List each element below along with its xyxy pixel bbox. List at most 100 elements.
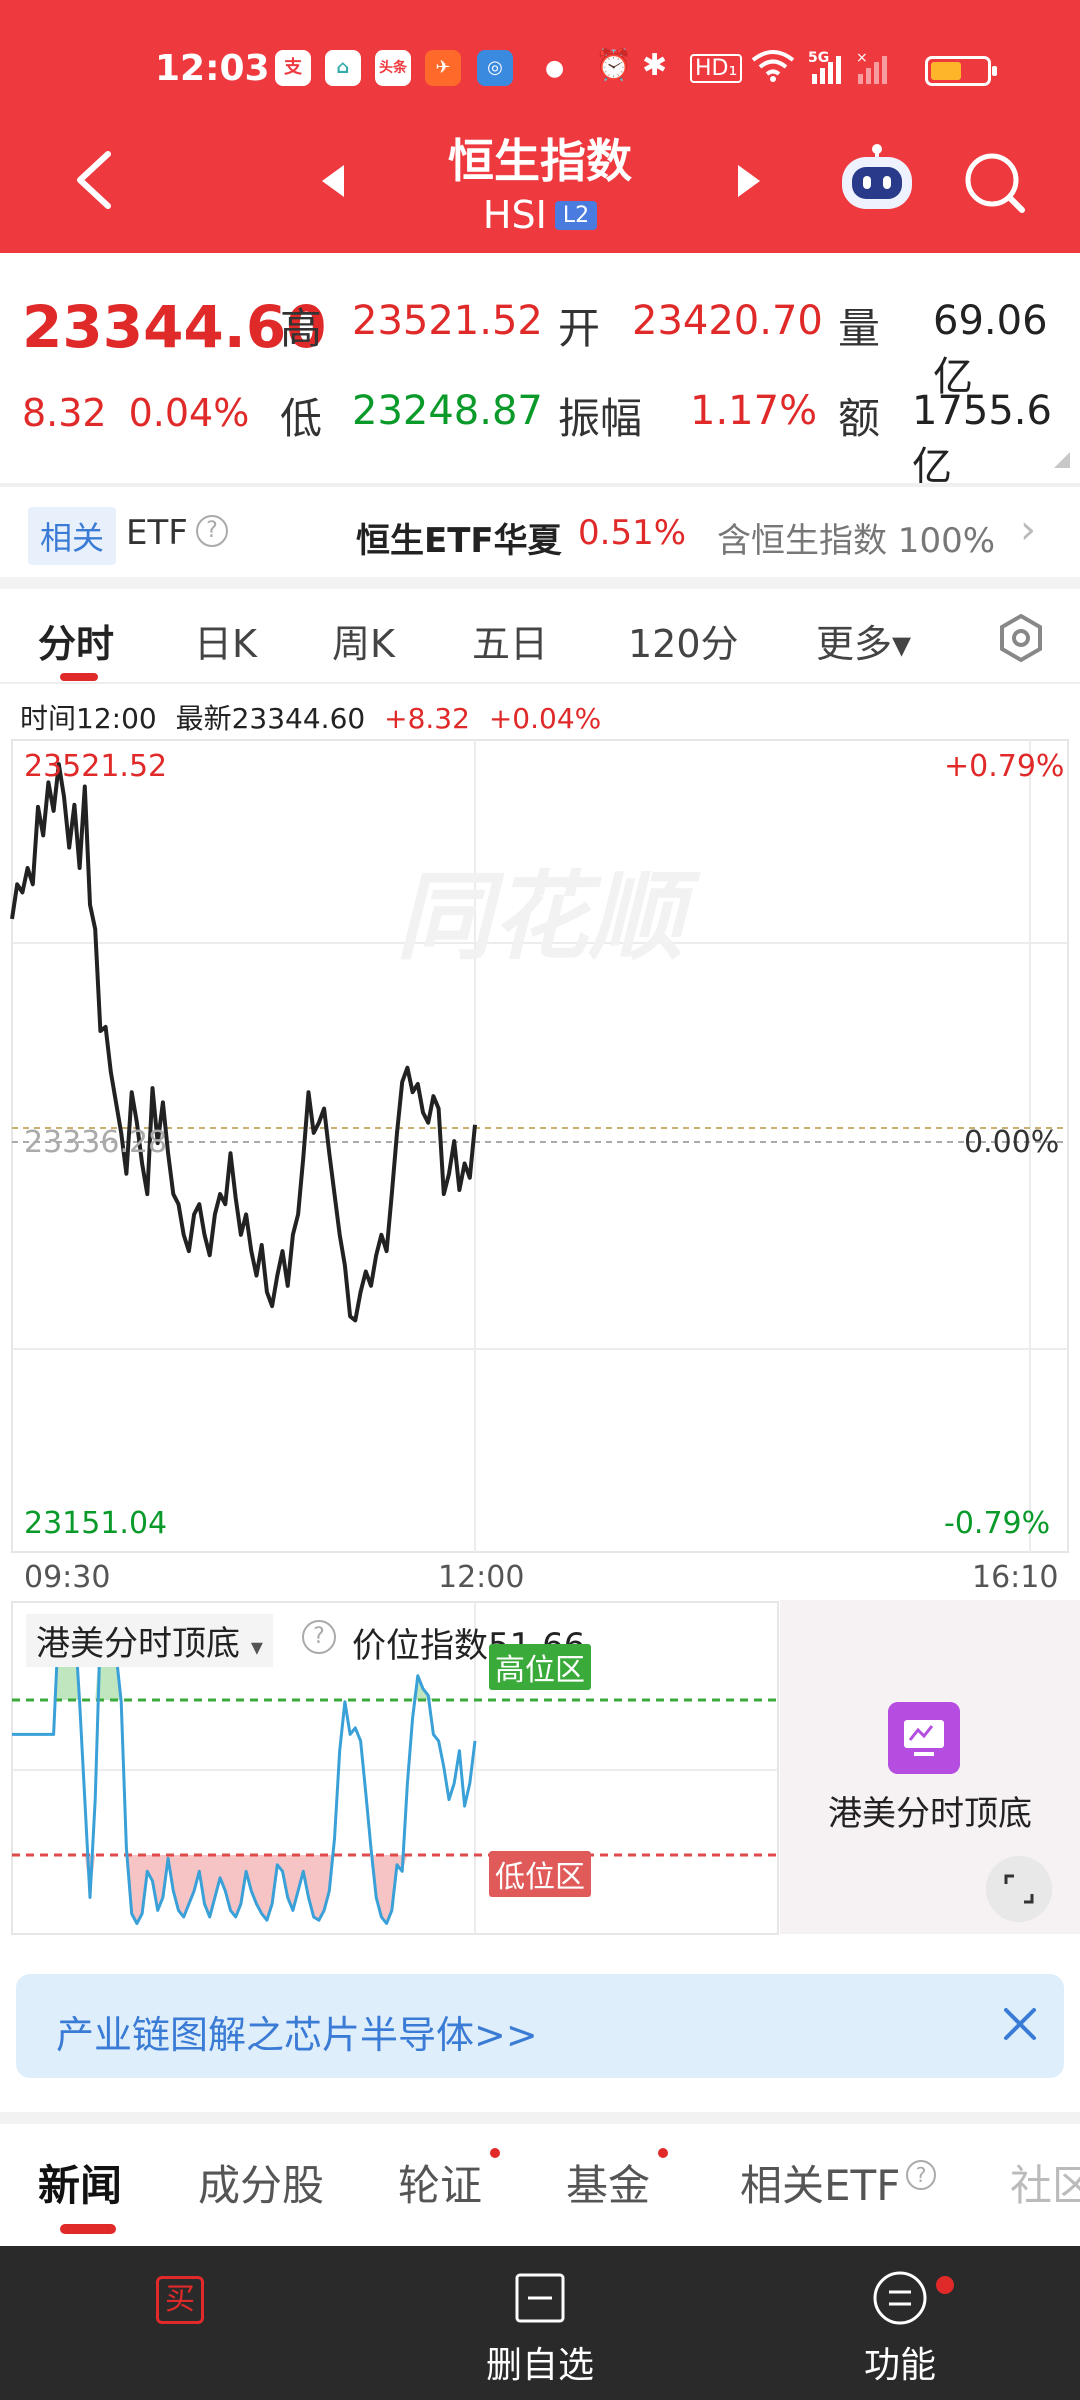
remove-watchlist-button[interactable]: 删自选	[440, 2246, 640, 2400]
buy-button[interactable]: 买	[80, 2246, 280, 2400]
next-stock-button[interactable]	[734, 163, 764, 199]
tab-daily-k[interactable]: 日K	[194, 613, 257, 668]
tab-more[interactable]: 更多▾	[816, 613, 911, 668]
robot-assistant-icon[interactable]	[838, 143, 916, 213]
x-mid-label: 12:00	[438, 1560, 525, 1595]
high-value: 23521.52	[352, 298, 543, 344]
indicator-selector[interactable]: 港美分时顶底 ▾	[26, 1614, 273, 1667]
high-zone-label: 高位区	[489, 1644, 591, 1690]
page-title: 恒生指数	[448, 134, 632, 188]
volume-label: 量	[838, 304, 881, 353]
tab-news[interactable]: 新闻	[38, 2152, 122, 2213]
tab-community[interactable]: 社区	[1010, 2152, 1080, 2213]
function-button[interactable]: 功能	[800, 2246, 1000, 2400]
etf-holding: 含恒生指数 100%	[717, 521, 996, 561]
related-tag: 相关	[28, 507, 117, 565]
amplitude-value: 1.17%	[690, 388, 818, 434]
signal-icon: 5G ×	[808, 48, 908, 96]
dot-icon: ●	[545, 56, 565, 81]
toutiao-icon: 头条	[375, 50, 411, 86]
alipay-icon: 支	[275, 50, 311, 86]
close-icon[interactable]	[1000, 2004, 1040, 2044]
buy-icon: 买	[156, 2276, 204, 2324]
y-mid-label: 23336.28	[24, 1125, 168, 1160]
stock-code: HSI L2	[340, 193, 740, 237]
help-icon[interactable]: ?	[906, 2160, 936, 2190]
promo-banner[interactable]: 产业链图解之芯片半导体>>	[16, 1974, 1064, 2078]
hd-icon: HD₁	[690, 54, 743, 83]
chart-info-row: 时间12:00 最新23344.60 +8.32 +0.04%	[20, 697, 611, 737]
volume-value: 69.06亿	[933, 298, 1048, 400]
status-bar: 12:03 支 ⌂ 头条 ✈ ◎ ● ⏰ ✱ HD₁ 5G ×	[0, 40, 1080, 100]
low-zone-label: 低位区	[489, 1851, 591, 1897]
remove-watchlist-label: 删自选	[485, 2345, 594, 2386]
wifi-icon	[750, 48, 796, 90]
banner-text: 产业链图解之芯片半导体>>	[56, 2013, 538, 2057]
tab-warrants[interactable]: 轮证	[398, 2152, 482, 2213]
price-line	[10, 762, 477, 1323]
header-bar: 12:03 支 ⌂ 头条 ✈ ◎ ● ⏰ ✱ HD₁ 5G × 恒生指数 HSI L…	[0, 0, 1080, 253]
chart-tabs: 分时 日K 周K 五日 120分 更多▾	[0, 589, 1080, 684]
battery-icon	[925, 56, 997, 86]
info-latest: 最新23344.60	[175, 702, 366, 735]
news-tabs: 新闻 成分股 轮证 基金 相关ETF ? 社区	[0, 2124, 1080, 2244]
etf-change-percent: 0.51%	[578, 513, 687, 553]
level-badge: L2	[554, 201, 598, 230]
y-min-pct-label: -0.79%	[944, 1506, 1051, 1541]
x-end-label: 16:10	[972, 1560, 1059, 1595]
notification-dot	[490, 2148, 500, 2158]
app-icon: ⌂	[325, 50, 361, 86]
indicator-name: 港美分时顶底	[36, 1624, 240, 1664]
indicator-help-icon[interactable]: ?	[302, 1620, 336, 1654]
low-label: 低	[280, 394, 323, 443]
tab-five-day[interactable]: 五日	[472, 613, 548, 668]
notification-dot	[936, 2276, 954, 2294]
amplitude-label: 振幅	[558, 394, 643, 443]
y-max-label: 23521.52	[24, 749, 168, 784]
y-mid-pct-label: 0.00%	[964, 1125, 1060, 1160]
bluetooth-icon: ✱	[642, 48, 668, 83]
price-change: 8.32 0.04%	[22, 391, 249, 435]
notification-dot	[658, 2148, 668, 2158]
active-tab-indicator	[60, 2224, 116, 2234]
info-change-percent: +0.04%	[488, 702, 602, 735]
svg-text:5G: 5G	[808, 50, 829, 66]
status-time: 12:03	[155, 48, 270, 89]
search-icon[interactable]	[962, 150, 1028, 216]
tab-constituents[interactable]: 成分股	[198, 2152, 324, 2213]
tab-120min[interactable]: 120分	[628, 613, 739, 668]
divider	[0, 2112, 1080, 2124]
quote-panel: 23344.60 8.32 0.04% 高 23521.52 低 23248.87…	[0, 253, 1080, 490]
function-menu-icon	[873, 2271, 927, 2325]
app-icon: ◎	[477, 50, 513, 86]
tab-related-etf[interactable]: 相关ETF	[740, 2152, 900, 2213]
watermark: 同花顺	[396, 861, 701, 973]
turnover-label: 额	[838, 394, 881, 443]
x-start-label: 09:30	[24, 1560, 111, 1595]
tab-intraday[interactable]: 分时	[38, 613, 114, 668]
expand-quote-toggle[interactable]	[1054, 452, 1070, 468]
promo-title: 港美分时顶底	[828, 1794, 1032, 1834]
info-change: +8.32	[384, 702, 470, 735]
y-max-pct-label: +0.79%	[944, 749, 1065, 784]
tab-weekly-k[interactable]: 周K	[332, 613, 395, 668]
etf-label: ETF	[126, 513, 188, 553]
open-value: 23420.70	[632, 298, 823, 344]
bottom-action-bar: 买 删自选 功能	[0, 2246, 1080, 2400]
indicator-promo-card[interactable]: 港美分时顶底	[780, 1600, 1080, 1934]
function-label: 功能	[863, 2345, 936, 2386]
remove-watchlist-icon	[515, 2273, 565, 2323]
back-button[interactable]	[70, 150, 120, 210]
turnover-value: 1755.6亿	[912, 388, 1052, 490]
info-time: 时间12:00	[20, 702, 157, 735]
open-label: 开	[558, 304, 601, 353]
svg-text:×: ×	[856, 50, 868, 66]
chart-settings-icon[interactable]	[996, 613, 1046, 663]
divider	[0, 577, 1080, 589]
chevron-right-icon: ›	[1020, 507, 1036, 553]
related-etf-row[interactable]: 相关 ETF ? 恒生ETF华夏 0.51% 含恒生指数 100% ›	[0, 487, 1080, 577]
tab-funds[interactable]: 基金	[566, 2152, 650, 2213]
expand-icon[interactable]	[986, 1856, 1052, 1922]
help-icon[interactable]: ?	[196, 515, 228, 547]
low-value: 23248.87	[352, 388, 543, 434]
